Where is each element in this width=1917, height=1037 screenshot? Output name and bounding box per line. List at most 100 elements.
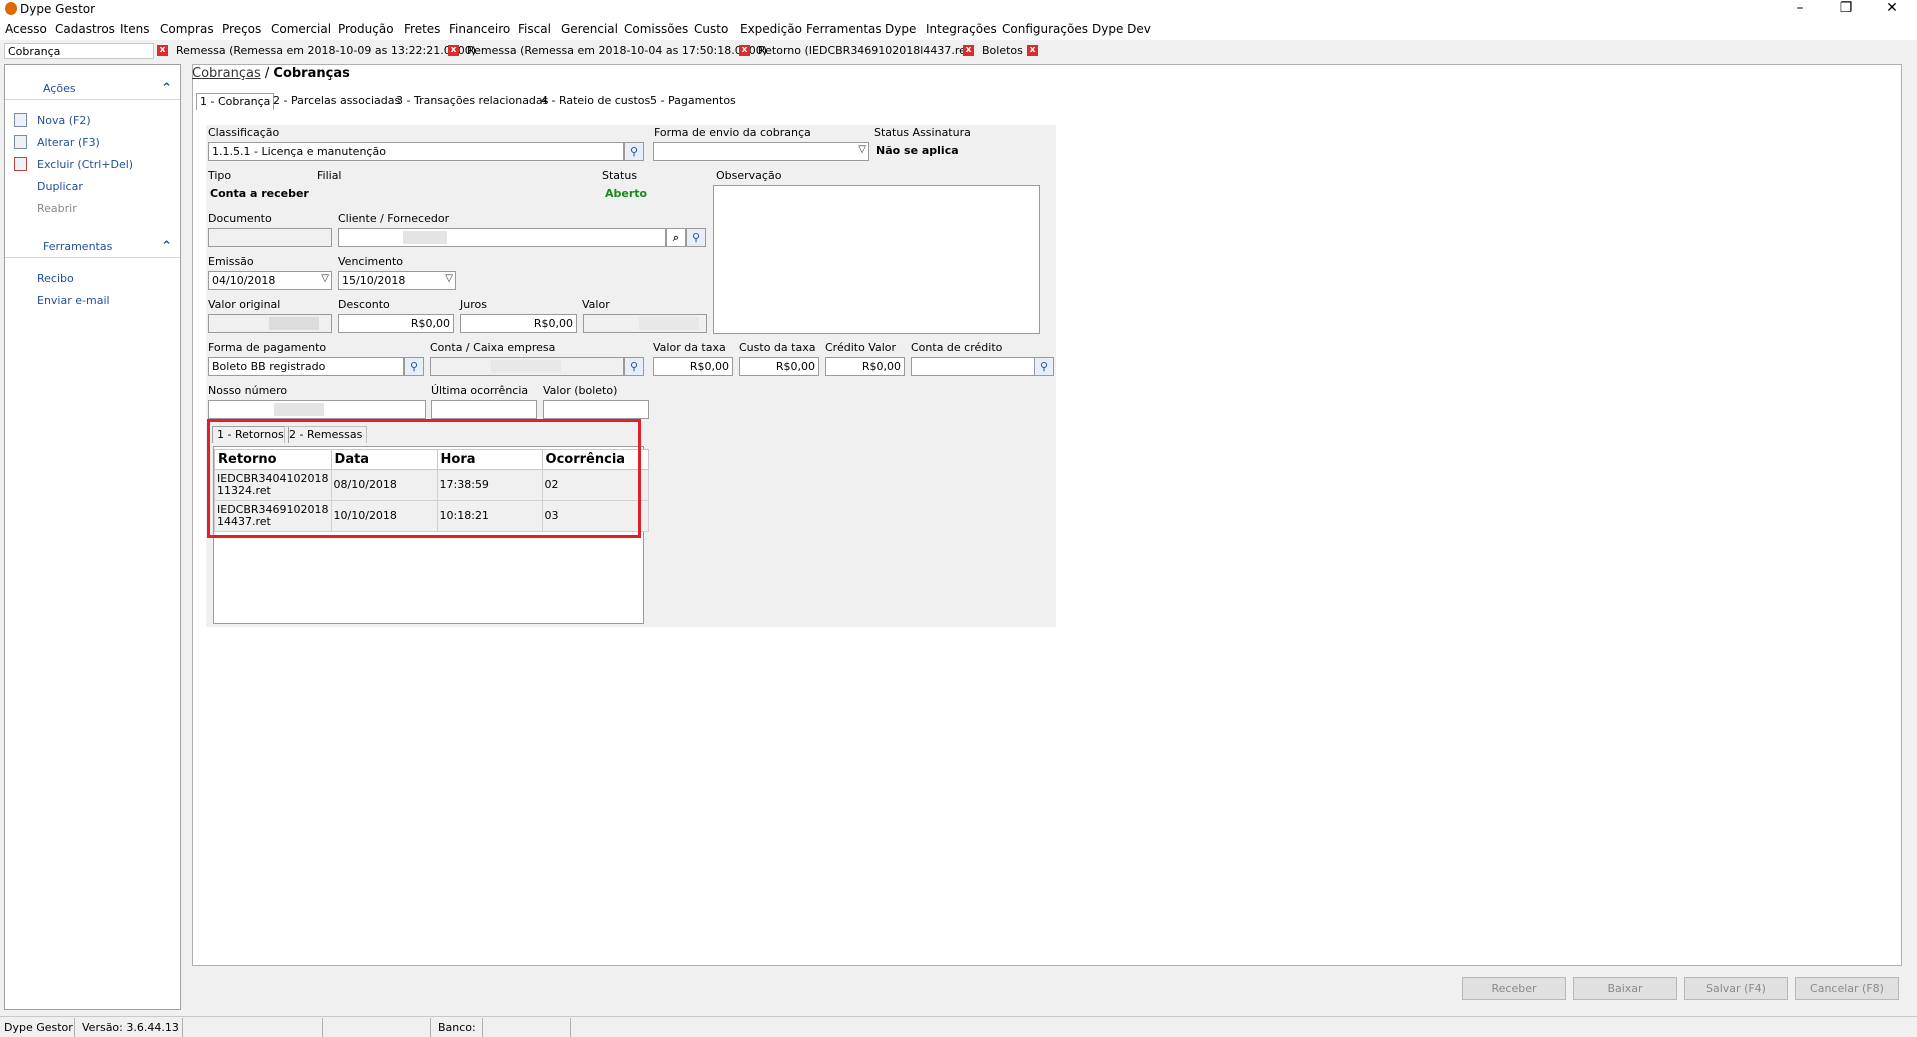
receber-button[interactable]: Receber [1462,977,1566,1000]
menu-fretes[interactable]: Fretes [404,22,440,36]
screen-search-input[interactable]: Cobrança [4,43,154,59]
status-bar: Dype Gestor Versão: 3.6.44.13 Banco: [0,1016,1917,1037]
menu-comissoes[interactable]: Comissões [624,22,688,36]
menu-bar: Acesso Cadastros Itens Compras Preços Co… [0,18,1917,40]
menu-precos[interactable]: Preços [222,22,261,36]
search-binoculars-icon[interactable]: ⚲ [686,228,706,247]
action-nova[interactable]: Nova (F2) [37,114,91,127]
ultima-ocorrencia-field[interactable] [431,400,537,419]
chevron-up-icon[interactable]: ⌃ [161,239,172,254]
menu-comercial[interactable]: Comercial [271,22,331,36]
search-binoculars-icon[interactable]: ⚲ [624,357,644,376]
menu-compras[interactable]: Compras [160,22,214,36]
baixar-button[interactable]: Baixar [1573,977,1677,1000]
desconto-field[interactable]: R$0,00 [338,314,454,333]
search-binoculars-icon[interactable]: ⚲ [404,357,424,376]
nosso-numero-field[interactable] [208,400,426,419]
close-tab-icon[interactable]: x [739,45,750,56]
close-tab-icon[interactable]: x [963,45,974,56]
breadcrumb-link[interactable]: Cobranças [192,66,261,81]
menu-configuracoes[interactable]: Configurações [1002,22,1088,36]
conta-caixa-field[interactable] [430,357,624,376]
valor-taxa-label: Valor da taxa [653,341,726,354]
conta-credito-field[interactable] [911,357,1035,376]
custo-taxa-field[interactable]: R$0,00 [739,357,819,376]
menu-custo[interactable]: Custo [694,22,728,36]
vencimento-label: Vencimento [338,255,404,268]
tool-enviar-email[interactable]: Enviar e-mail [37,294,110,307]
action-excluir[interactable]: Excluir (Ctrl+Del) [37,158,133,171]
menu-gerencial[interactable]: Gerencial [561,22,618,36]
emissao-date-picker[interactable]: 04/10/2018 ▽ [208,271,332,290]
tools-header[interactable]: Ferramentas ⌃ [5,236,180,258]
forma-pagamento-field[interactable]: Boleto BB registrado [208,357,404,376]
close-window-button[interactable]: ✕ [1872,0,1912,16]
menu-financeiro[interactable]: Financeiro [449,22,510,36]
menu-dype[interactable]: Dype [885,22,916,36]
valor-taxa-field[interactable]: R$0,00 [653,357,733,376]
chevron-down-icon: ▽ [858,144,866,155]
valor-boleto-field[interactable] [543,400,649,419]
classificacao-label: Classificação [208,126,280,139]
vencimento-date-picker[interactable]: 15/10/2018 ▽ [338,271,456,290]
forma-pagamento-label: Forma de pagamento [208,341,327,354]
menu-cadastros[interactable]: Cadastros [55,22,115,36]
doc-tab-remessa-1[interactable]: Remessa (Remessa em 2018-10-09 as 13:22:… [176,44,476,57]
chevron-down-icon[interactable]: ▽ [321,273,329,284]
status-banco-label: Banco: [438,1021,476,1034]
chevron-down-icon[interactable]: ▽ [445,273,453,284]
action-duplicar[interactable]: Duplicar [37,180,83,193]
search-binoculars-icon[interactable]: ⚲ [1034,357,1054,376]
valor-label: Valor [582,298,610,311]
juros-label: Juros [460,298,487,311]
valor-field[interactable] [583,314,707,333]
credito-valor-field[interactable]: R$0,00 [825,357,905,376]
close-tab-icon[interactable]: x [448,45,459,56]
observacao-label: Observação [716,169,782,182]
observacao-textarea[interactable] [713,185,1040,334]
redacted-value [639,317,699,330]
cancelar-button[interactable]: Cancelar (F8) [1795,977,1899,1000]
restore-button[interactable]: ❐ [1826,0,1866,16]
redacted-value [491,360,561,373]
menu-itens[interactable]: Itens [120,22,149,36]
emissao-label: Emissão [208,255,254,268]
status-separator [430,1018,431,1037]
tab-pagamentos[interactable]: 5 - Pagamentos [647,93,739,110]
tool-recibo[interactable]: Recibo [37,272,74,285]
menu-dype-dev[interactable]: Dype Dev [1092,22,1151,36]
document-tab-bar: Cobrança x Remessa (Remessa em 2018-10-0… [0,40,1917,62]
menu-ferramentas[interactable]: Ferramentas [806,22,882,36]
action-reabrir[interactable]: Reabrir [37,202,77,215]
tab-transacoes[interactable]: 3 - Transações relacionadas [393,93,551,110]
doc-tab-remessa-2[interactable]: Remessa (Remessa em 2018-10-04 as 17:50:… [467,44,767,57]
redacted-value [274,403,324,416]
menu-producao[interactable]: Produção [338,22,394,36]
menu-fiscal[interactable]: Fiscal [518,22,551,36]
status-label: Status [602,169,638,182]
classificacao-field[interactable]: 1.1.5.1 - Licença e manutenção [208,142,624,161]
documento-field[interactable] [208,228,332,247]
cliente-field[interactable] [338,228,666,247]
action-alterar[interactable]: Alterar (F3) [37,136,100,149]
search-binoculars-icon[interactable]: ⚲ [624,142,644,161]
juros-field[interactable]: R$0,00 [460,314,577,333]
menu-expedicao[interactable]: Expedição [740,22,802,36]
valor-original-field[interactable] [208,314,332,333]
doc-tab-retorno[interactable]: Retorno (IEDCBR3469102018l4437.ret) [758,44,975,57]
side-panel: Ações ⌃ Nova (F2) Alterar (F3) Excluir (… [4,64,181,1010]
close-tab-icon[interactable]: x [1027,45,1038,56]
minimize-button[interactable]: – [1780,0,1820,16]
salvar-button[interactable]: Salvar (F4) [1684,977,1788,1000]
magnifier-icon[interactable]: ⌕ [666,228,686,247]
doc-tab-boletos[interactable]: Boletos [982,44,1023,57]
actions-header[interactable]: Ações ⌃ [5,78,180,100]
tab-parcelas[interactable]: 2 - Parcelas associadas [270,93,403,110]
menu-integracoes[interactable]: Integrações [926,22,997,36]
close-search-icon[interactable]: x [157,45,168,56]
forma-envio-select[interactable]: ▽ [653,142,869,161]
chevron-up-icon[interactable]: ⌃ [161,81,172,96]
tab-rateio[interactable]: 4 - Rateio de custos [538,93,653,110]
menu-acesso[interactable]: Acesso [5,22,47,36]
tab-cobranca[interactable]: 1 - Cobrança [196,93,275,110]
